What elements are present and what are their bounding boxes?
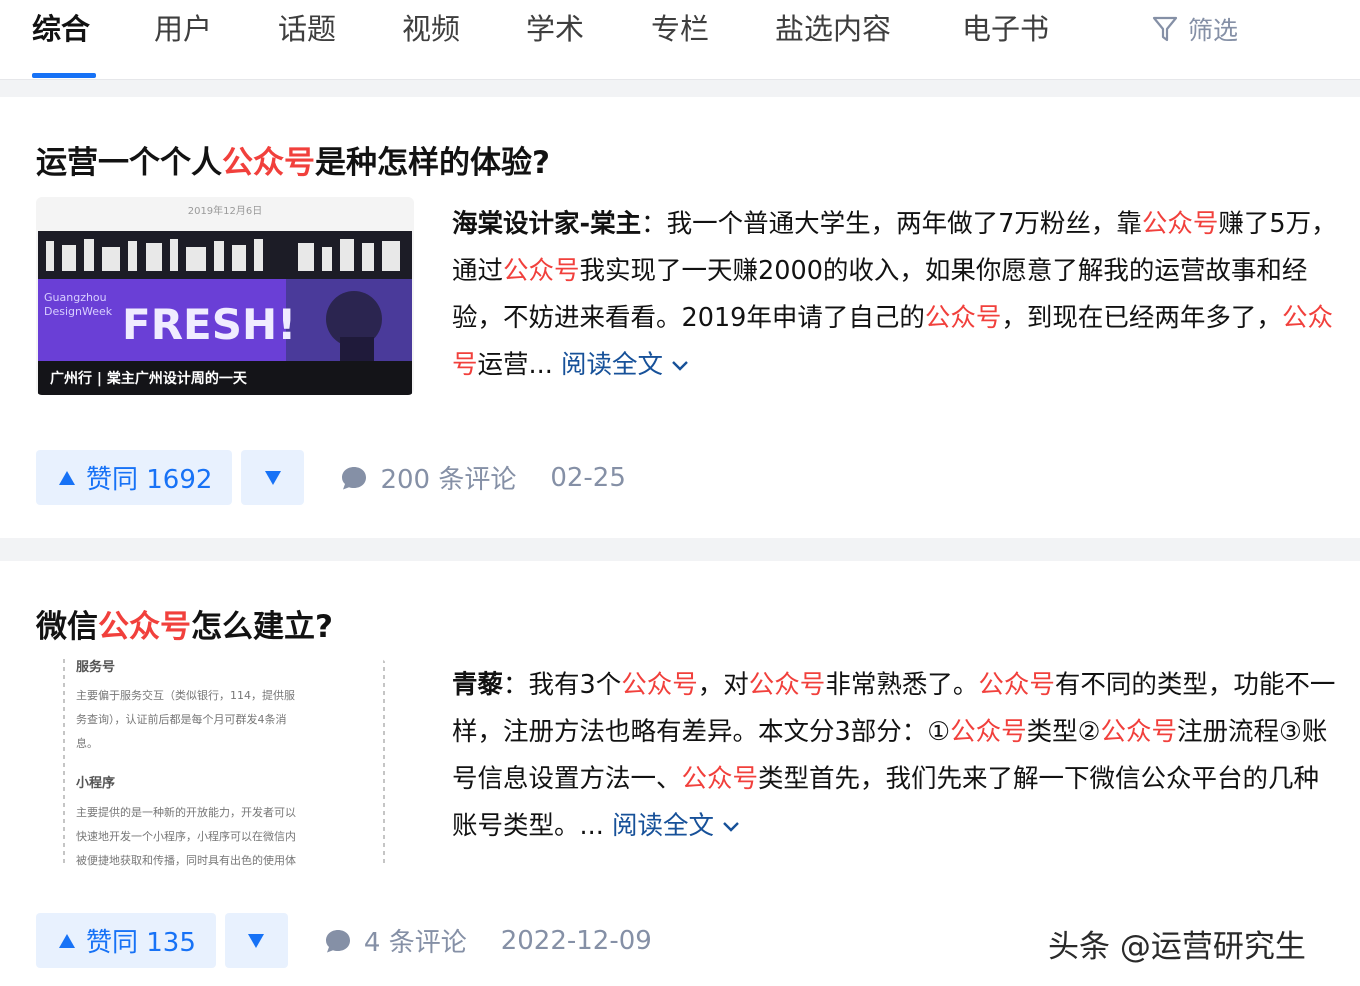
downvote-button[interactable] bbox=[224, 913, 288, 968]
result-title[interactable]: 运营一个个人公众号是种怎样的体验? bbox=[36, 143, 550, 183]
excerpt-keyword-highlight: 公众号 bbox=[748, 670, 826, 700]
result-excerpt[interactable]: 海棠设计家-棠主：我一个普通大学生，两年做了7万粉丝，靠公众号赚了5万，通过公众… bbox=[452, 201, 1337, 389]
upvote-label: 赞同 135 bbox=[86, 928, 196, 958]
comments-count: 4 条评论 bbox=[363, 928, 467, 958]
thumbnail-text-line: 快速地开发一个小程序，小程序可以在微信内 bbox=[76, 829, 296, 843]
watermark: 头条 @运营研究生 bbox=[1048, 929, 1306, 965]
triangle-up-icon bbox=[59, 470, 75, 485]
title-text: 运营一个个人 bbox=[36, 145, 222, 181]
comments-count: 200 条评论 bbox=[380, 465, 517, 495]
tab-academic[interactable]: 学术 bbox=[526, 12, 584, 46]
triangle-down-icon bbox=[248, 933, 265, 948]
thumbnail-date: 2019年12月6日 bbox=[188, 204, 263, 217]
thumbnail-banner-text-1: Guangzhou bbox=[44, 291, 107, 304]
comment-bubble-icon bbox=[325, 929, 350, 952]
tab-videos[interactable]: 视频 bbox=[402, 12, 460, 46]
tab-comprehensive[interactable]: 综合 bbox=[32, 12, 90, 46]
excerpt-text: 运营... bbox=[477, 350, 553, 380]
triangle-down-icon bbox=[264, 470, 281, 485]
read-more-link[interactable]: 阅读全文 bbox=[561, 350, 691, 380]
answer-author[interactable]: 青藜 bbox=[452, 670, 503, 700]
excerpt-text: ，对 bbox=[697, 670, 749, 700]
tab-ebooks[interactable]: 电子书 bbox=[962, 12, 1049, 46]
answer-author[interactable]: 海棠设计家-棠主 bbox=[452, 209, 641, 239]
thumbnail-banner-text-2: DesignWeek bbox=[44, 305, 113, 318]
read-more-link[interactable]: 阅读全文 bbox=[612, 811, 742, 841]
search-result-card: 运营一个个人公众号是种怎样的体验? 2019年12月6日 Guangzhou D… bbox=[0, 97, 1360, 538]
tab-topics[interactable]: 话题 bbox=[278, 12, 336, 46]
title-text: 怎么建立? bbox=[191, 609, 333, 645]
search-tab-bar: 综合 用户 话题 视频 学术 专栏 盐选内容 电子书 筛选 bbox=[0, 0, 1360, 80]
excerpt-text: ，到现在已经两年多了， bbox=[1001, 303, 1282, 333]
excerpt-keyword-highlight: 公众号 bbox=[621, 670, 698, 700]
thumbnail-text-line: 被便捷地获取和传播，同时具有出色的使用体 bbox=[76, 853, 296, 867]
title-text: 是种怎样的体验? bbox=[315, 145, 550, 181]
thumbnail-heading: 小程序 bbox=[76, 775, 115, 791]
excerpt-text: 类型② bbox=[1026, 717, 1101, 747]
thumbnail-text-line: 息。 bbox=[76, 736, 98, 750]
excerpt-text: 我有3个 bbox=[528, 670, 622, 700]
filter-button[interactable]: 筛选 bbox=[1152, 12, 1238, 46]
excerpt-keyword-highlight: 公众号 bbox=[978, 670, 1055, 700]
author-separator: ： bbox=[503, 670, 529, 700]
triangle-up-icon bbox=[59, 933, 75, 948]
chevron-down-icon bbox=[723, 822, 739, 832]
result-actions: 赞同 1692 200 条评论 02-25 bbox=[36, 450, 626, 505]
upvote-button[interactable]: 赞同 1692 bbox=[36, 450, 233, 505]
upvote-button[interactable]: 赞同 135 bbox=[36, 913, 216, 968]
tab-salt-content[interactable]: 盐选内容 bbox=[775, 12, 891, 46]
tab-users[interactable]: 用户 bbox=[154, 12, 212, 46]
excerpt-text: 非常熟悉了。 bbox=[825, 670, 979, 700]
thumbnail-text-line: 务查询），认证前后都是每个月可群发4条消 bbox=[76, 712, 287, 726]
title-keyword-highlight: 公众号 bbox=[222, 145, 315, 181]
thumbnail-banner-headline: FRESH! bbox=[122, 300, 296, 349]
publish-date: 02-25 bbox=[550, 462, 626, 493]
comments-button[interactable]: 4 条评论 bbox=[324, 922, 467, 959]
upvote-label: 赞同 1692 bbox=[86, 465, 213, 495]
title-text: 微信 bbox=[36, 609, 98, 645]
excerpt-keyword-highlight: 公众号 bbox=[1100, 717, 1177, 747]
result-thumbnail[interactable]: 服务号 主要偏于服务交互（类似银行，114，提供服 务查询），认证前后都是每个月… bbox=[36, 659, 386, 867]
read-more-label: 阅读全文 bbox=[560, 350, 663, 380]
result-actions: 赞同 135 4 条评论 2022-12-09 bbox=[36, 913, 652, 968]
thumbnail-text-line: 主要提供的是一种新的开放能力，开发者可以 bbox=[76, 805, 296, 819]
excerpt-keyword-highlight: 公众号 bbox=[503, 256, 580, 286]
filter-label: 筛选 bbox=[1188, 16, 1239, 45]
title-keyword-highlight: 公众号 bbox=[98, 609, 191, 645]
thumbnail-caption: 广州行 | 棠主广州设计周的一天 bbox=[50, 370, 248, 387]
read-more-label: 阅读全文 bbox=[611, 811, 714, 841]
excerpt-keyword-highlight: 公众号 bbox=[924, 303, 1002, 333]
comment-bubble-icon bbox=[342, 466, 367, 489]
thumbnail-image: 2019年12月6日 Guangzhou DesignWeek FRESH! 广… bbox=[36, 197, 414, 395]
result-title[interactable]: 微信公众号怎么建立? bbox=[36, 607, 333, 647]
excerpt-keyword-highlight: 公众号 bbox=[950, 717, 1027, 747]
author-separator: ： bbox=[641, 209, 667, 239]
filter-icon bbox=[1152, 16, 1178, 42]
result-thumbnail[interactable]: 2019年12月6日 Guangzhou DesignWeek FRESH! 广… bbox=[36, 197, 414, 395]
thumbnail-heading: 服务号 bbox=[76, 659, 115, 675]
publish-date: 2022-12-09 bbox=[500, 925, 652, 956]
chevron-down-icon bbox=[672, 361, 688, 371]
tab-columns[interactable]: 专栏 bbox=[651, 12, 709, 46]
excerpt-keyword-highlight: 公众号 bbox=[681, 764, 759, 794]
active-tab-indicator bbox=[32, 73, 96, 78]
result-excerpt[interactable]: 青藜：我有3个公众号，对公众号非常熟悉了。公众号有不同的类型，功能不一样，注册方… bbox=[452, 662, 1337, 850]
comments-button[interactable]: 200 条评论 bbox=[340, 459, 516, 496]
downvote-button[interactable] bbox=[241, 450, 305, 505]
thumbnail-text-line: 主要偏于服务交互（类似银行，114，提供服 bbox=[76, 688, 295, 702]
thumbnail-image: 服务号 主要偏于服务交互（类似银行，114，提供服 务查询），认证前后都是每个月… bbox=[36, 659, 386, 867]
excerpt-text: 我一个普通大学生，两年做了7万粉丝，靠 bbox=[666, 209, 1142, 239]
excerpt-keyword-highlight: 公众号 bbox=[1141, 209, 1219, 239]
